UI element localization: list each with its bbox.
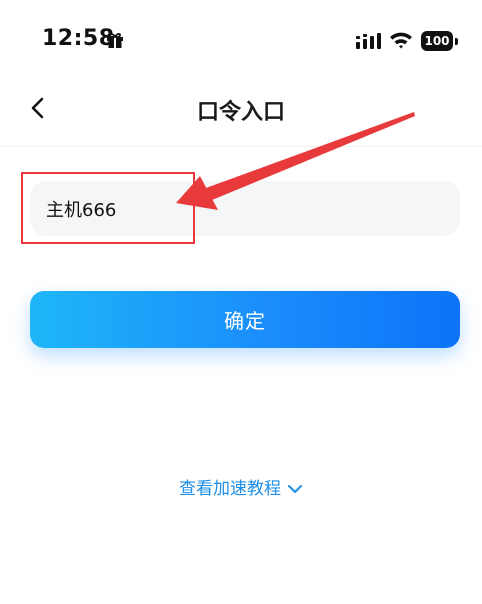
status-bar: 12:58 100 [0, 0, 482, 80]
confirm-button[interactable]: 确定 [30, 291, 460, 348]
battery-tip [455, 38, 458, 45]
wifi-icon [390, 32, 412, 49]
screen: 12:58 100 口令入口 主机666 确定 查看加速教程 [0, 0, 482, 604]
nav-bar: 口令入口 [0, 80, 482, 147]
page-title: 口令入口 [196, 100, 285, 125]
battery-level: 100 [424, 34, 450, 48]
battery-icon: 100 [421, 31, 453, 51]
signal-icon [356, 33, 381, 49]
chevron-down-icon [288, 485, 302, 493]
tutorial-link[interactable]: 查看加速教程 [0, 474, 482, 499]
status-time: 12:58 [42, 26, 115, 51]
tutorial-link-label: 查看加速教程 [179, 479, 281, 499]
gift-icon [107, 33, 123, 48]
annotation-highlight-box [21, 172, 195, 244]
